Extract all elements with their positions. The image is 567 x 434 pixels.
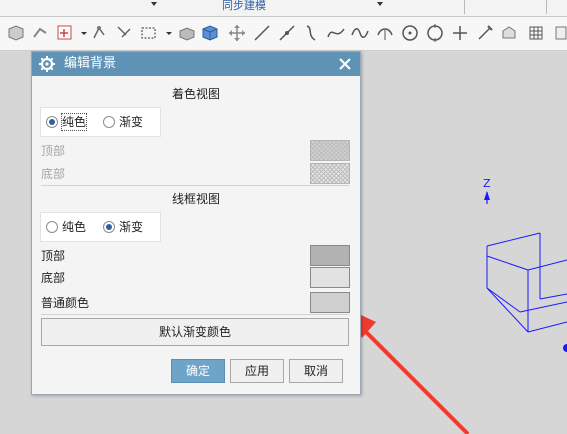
plus-icon[interactable]	[450, 23, 470, 43]
shaded-view-radio-group: 纯色 渐变	[40, 107, 161, 137]
shaded-top-label: 顶部	[41, 144, 66, 158]
curve-icon[interactable]	[301, 23, 321, 43]
wireframe-top-color-swatch[interactable]	[310, 245, 350, 266]
z-axis-label: Z	[483, 177, 491, 190]
edit-icon[interactable]	[475, 23, 495, 43]
shape-icon[interactable]	[553, 23, 567, 43]
separator	[546, 0, 547, 14]
divider	[41, 314, 349, 315]
gear-icon	[38, 55, 56, 73]
shaded-bottom-label: 底部	[41, 167, 66, 181]
origin-point	[563, 344, 567, 352]
edit-background-dialog: 编辑背景 着色视图 纯色 渐变 顶部 底部 线框视图 纯色 渐变 顶部 底部 普…	[31, 51, 361, 395]
wave-icon[interactable]	[350, 23, 370, 43]
shaded-view-heading: 着色视图	[171, 87, 220, 101]
shaded-solid-label: 纯色	[60, 113, 88, 131]
rotate-icon[interactable]	[89, 23, 109, 43]
shape-icon[interactable]	[31, 23, 51, 43]
chevron-down-icon[interactable]	[377, 2, 383, 6]
radio-checked-icon	[46, 116, 58, 128]
move-icon[interactable]	[227, 23, 247, 43]
default-gradient-color-button[interactable]: 默认渐变颜色	[41, 318, 349, 346]
radio-checked-icon	[103, 221, 115, 233]
normal-color-swatch[interactable]	[310, 292, 350, 313]
shaded-bottom-color-swatch	[310, 163, 350, 184]
rotate-icon[interactable]	[114, 23, 134, 43]
arc-icon[interactable]	[375, 23, 395, 43]
close-icon[interactable]	[336, 55, 354, 73]
apply-button[interactable]: 应用	[230, 359, 284, 383]
circle-icon[interactable]	[400, 23, 420, 43]
cancel-button[interactable]: 取消	[289, 359, 343, 383]
wireframe-solid-label: 纯色	[62, 220, 87, 234]
line-icon[interactable]	[252, 23, 272, 43]
tab-synchronous-modeling[interactable]: 同步建模	[222, 0, 266, 12]
wireframe-view-heading: 线框视图	[171, 192, 220, 206]
normal-color-label: 普通颜色	[41, 296, 90, 310]
box-icon[interactable]	[177, 23, 197, 43]
dialog-titlebar[interactable]: 编辑背景	[32, 52, 360, 76]
select-box-icon[interactable]	[139, 23, 159, 43]
chevron-down-icon[interactable]	[74, 23, 87, 43]
cube-icon[interactable]	[200, 23, 220, 43]
line-icon[interactable]	[277, 23, 297, 43]
wireframe-view-radio-group: 纯色 渐变	[40, 212, 161, 242]
shaded-gradient-label: 渐变	[119, 115, 144, 129]
wireframe-gradient-label: 渐变	[119, 220, 144, 234]
chevron-down-icon[interactable]	[159, 23, 172, 43]
radio-unchecked-icon	[103, 116, 115, 128]
shaded-top-color-swatch	[310, 140, 350, 161]
divider	[41, 185, 349, 186]
wireframe-bottom-color-swatch[interactable]	[310, 267, 350, 288]
ok-button[interactable]: 确定	[171, 359, 225, 383]
circle-target-icon[interactable]	[425, 23, 445, 43]
toolbar	[0, 17, 567, 51]
radio-unchecked-icon	[46, 221, 58, 233]
dialog-title: 编辑背景	[64, 56, 117, 71]
z-axis-arrowhead	[484, 191, 490, 200]
grid-icon[interactable]	[526, 23, 546, 43]
annotation-arrow	[346, 308, 470, 434]
view-icon[interactable]	[499, 23, 519, 43]
snap-icon[interactable]	[55, 23, 75, 43]
shape-icon[interactable]	[6, 23, 26, 43]
wireframe-bottom-label: 底部	[41, 271, 66, 285]
spline-icon[interactable]	[326, 23, 346, 43]
chevron-down-icon[interactable]	[151, 2, 157, 6]
wireframe-top-label: 顶部	[41, 249, 66, 263]
wireframe-edges	[486, 232, 567, 333]
ribbon-strip: 同步建模	[0, 0, 567, 17]
separator	[464, 0, 465, 14]
